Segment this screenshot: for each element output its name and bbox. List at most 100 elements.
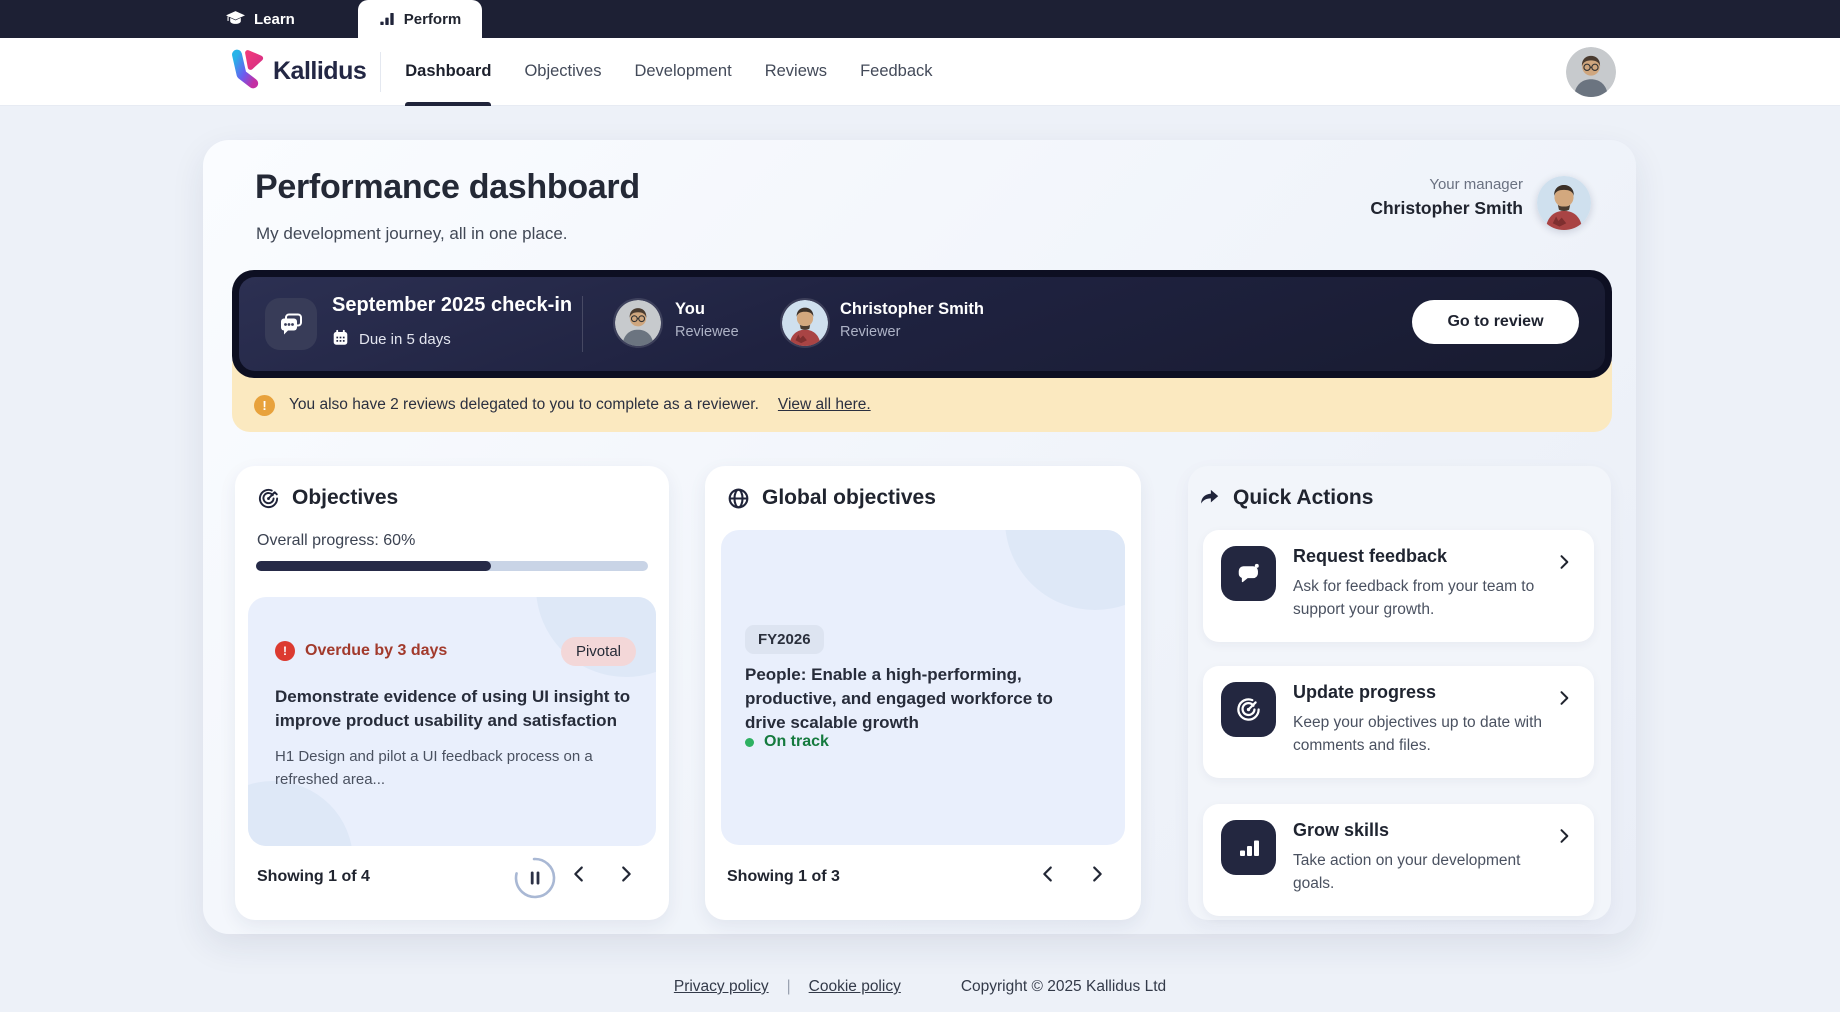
warning-icon: ! xyxy=(254,395,275,416)
nav-item-development[interactable]: Development xyxy=(634,38,731,106)
quick-action-title: Request feedback xyxy=(1293,546,1447,567)
calendar-icon xyxy=(332,329,349,350)
forward-arrow-icon xyxy=(1197,487,1222,509)
dashboard-panel: Performance dashboard My development jou… xyxy=(203,140,1636,934)
manager-name: Christopher Smith xyxy=(1370,198,1523,219)
footer-separator: | xyxy=(787,978,791,996)
page-subtitle: My development journey, all in one place… xyxy=(256,224,568,244)
privacy-policy-link[interactable]: Privacy policy xyxy=(674,978,769,996)
product-switcher-bar: Learn Perform xyxy=(0,0,1840,38)
objectives-card: Objectives Overall progress: 60% ! Overd… xyxy=(235,466,669,920)
quick-actions-title: Quick Actions xyxy=(1233,486,1373,510)
view-all-link[interactable]: View all here. xyxy=(778,396,871,414)
page-footer: Privacy policy | Cookie policy Copyright… xyxy=(0,978,1840,996)
status-text: On track xyxy=(764,733,829,751)
app-header: Kallidus Dashboard Objectives Developmen… xyxy=(0,38,1840,106)
objectives-paging-label: Showing 1 of 4 xyxy=(257,868,370,886)
quick-action-update-progress[interactable]: Update progress Keep your objectives up … xyxy=(1203,666,1594,778)
carousel-pause-button[interactable] xyxy=(513,856,557,900)
tab-learn-label: Learn xyxy=(254,11,295,28)
go-to-review-button[interactable]: Go to review xyxy=(1412,300,1579,344)
target-icon xyxy=(257,487,280,510)
tab-perform[interactable]: Perform xyxy=(358,0,482,38)
checkin-title: September 2025 check-in xyxy=(332,294,572,317)
page-title: Performance dashboard xyxy=(255,168,640,207)
chevron-left-icon[interactable] xyxy=(568,863,590,885)
reviewer-info: Christopher Smith Reviewer xyxy=(840,300,984,340)
fiscal-year-badge: FY2026 xyxy=(745,625,824,654)
overall-progress-label: Overall progress: 60% xyxy=(257,532,415,550)
quick-action-title: Update progress xyxy=(1293,682,1436,703)
quick-action-request-feedback[interactable]: Request feedback Ask for feedback from y… xyxy=(1203,530,1594,642)
global-card-header: Global objectives xyxy=(727,486,936,510)
reviewee-info: You Reviewee xyxy=(675,300,739,340)
quick-actions-card: Quick Actions Request feedback Ask for f… xyxy=(1188,466,1611,920)
manager-info: Your manager Christopher Smith xyxy=(1370,176,1523,219)
cookie-policy-link[interactable]: Cookie policy xyxy=(809,978,901,996)
chevron-right-icon xyxy=(1554,552,1574,572)
progress-bar xyxy=(256,561,648,571)
brand-wordmark: Kallidus xyxy=(273,57,366,86)
nav-item-feedback[interactable]: Feedback xyxy=(860,38,932,106)
alert-row: ! You also have 2 reviews delegated to y… xyxy=(232,378,1612,432)
chevron-right-icon xyxy=(1554,826,1574,846)
kallidus-logo-icon xyxy=(228,49,264,94)
overdue-text: Overdue by 3 days xyxy=(305,642,447,660)
overdue-alert-icon: ! xyxy=(275,641,295,661)
nav-item-reviews[interactable]: Reviews xyxy=(765,38,827,106)
banner-divider xyxy=(582,296,583,352)
manager-label: Your manager xyxy=(1370,176,1523,193)
global-objective-item-card[interactable]: FY2026 People: Enable a high-performing,… xyxy=(721,530,1125,845)
manager-avatar xyxy=(1537,176,1591,230)
reviewer-name: Christopher Smith xyxy=(840,300,984,319)
chevron-right-icon xyxy=(1554,688,1574,708)
chevron-left-icon[interactable] xyxy=(1037,863,1059,885)
alert-text: You also have 2 reviews delegated to you… xyxy=(289,396,759,414)
quick-action-title: Grow skills xyxy=(1293,820,1389,841)
global-paging-label: Showing 1 of 3 xyxy=(727,868,840,886)
header-divider xyxy=(380,52,381,92)
status-row: On track xyxy=(745,733,829,751)
kallidus-brand[interactable]: Kallidus xyxy=(228,49,366,94)
chevron-right-icon[interactable] xyxy=(1086,863,1108,885)
tab-perform-label: Perform xyxy=(404,11,462,28)
reviewee-name: You xyxy=(675,300,739,319)
chat-bubble-icon xyxy=(1221,546,1276,601)
main-nav: Dashboard Objectives Development Reviews… xyxy=(405,38,932,106)
checkin-banner-inner: September 2025 check-in Due in 5 days Yo… xyxy=(239,277,1605,371)
pivotal-tag: Pivotal xyxy=(561,637,636,666)
overdue-status: ! Overdue by 3 days xyxy=(275,641,447,661)
graduation-cap-icon xyxy=(226,11,245,27)
reviewer-avatar xyxy=(780,298,830,348)
global-objectives-title: Global objectives xyxy=(762,486,936,510)
quick-action-desc: Take action on your development goals. xyxy=(1293,850,1559,895)
globe-icon xyxy=(727,487,750,510)
chat-stack-icon xyxy=(265,298,317,350)
reviewee-avatar xyxy=(613,298,663,348)
quick-action-desc: Ask for feedback from your team to suppo… xyxy=(1293,576,1559,621)
reviewer-role: Reviewer xyxy=(840,324,984,340)
bar-chart-icon xyxy=(1221,820,1276,875)
objectives-title: Objectives xyxy=(292,486,398,510)
tab-learn[interactable]: Learn xyxy=(226,0,295,38)
bar-chart-icon xyxy=(379,11,395,27)
quick-action-grow-skills[interactable]: Grow skills Take action on your developm… xyxy=(1203,804,1594,916)
reviewee-role: Reviewee xyxy=(675,324,739,340)
objective-description: H1 Design and pilot a UI feedback proces… xyxy=(275,745,620,791)
objectives-card-header: Objectives xyxy=(257,486,398,510)
global-objective-title: People: Enable a high-performing, produc… xyxy=(745,663,1097,735)
quick-actions-header: Quick Actions xyxy=(1197,486,1373,510)
decorative-blob xyxy=(1005,530,1125,610)
on-track-dot-icon xyxy=(745,738,754,747)
progress-bar-fill xyxy=(256,561,491,571)
chevron-right-icon[interactable] xyxy=(615,863,637,885)
global-objectives-card: Global objectives FY2026 People: Enable … xyxy=(705,466,1141,920)
objective-item-card[interactable]: ! Overdue by 3 days Pivotal Demonstrate … xyxy=(248,597,656,846)
objective-title: Demonstrate evidence of using UI insight… xyxy=(275,685,632,733)
nav-item-dashboard[interactable]: Dashboard xyxy=(405,38,491,106)
checkin-due-text: Due in 5 days xyxy=(359,331,451,348)
checkin-due: Due in 5 days xyxy=(332,329,451,350)
user-avatar[interactable] xyxy=(1566,47,1616,97)
quick-action-desc: Keep your objectives up to date with com… xyxy=(1293,712,1559,757)
nav-item-objectives[interactable]: Objectives xyxy=(524,38,601,106)
